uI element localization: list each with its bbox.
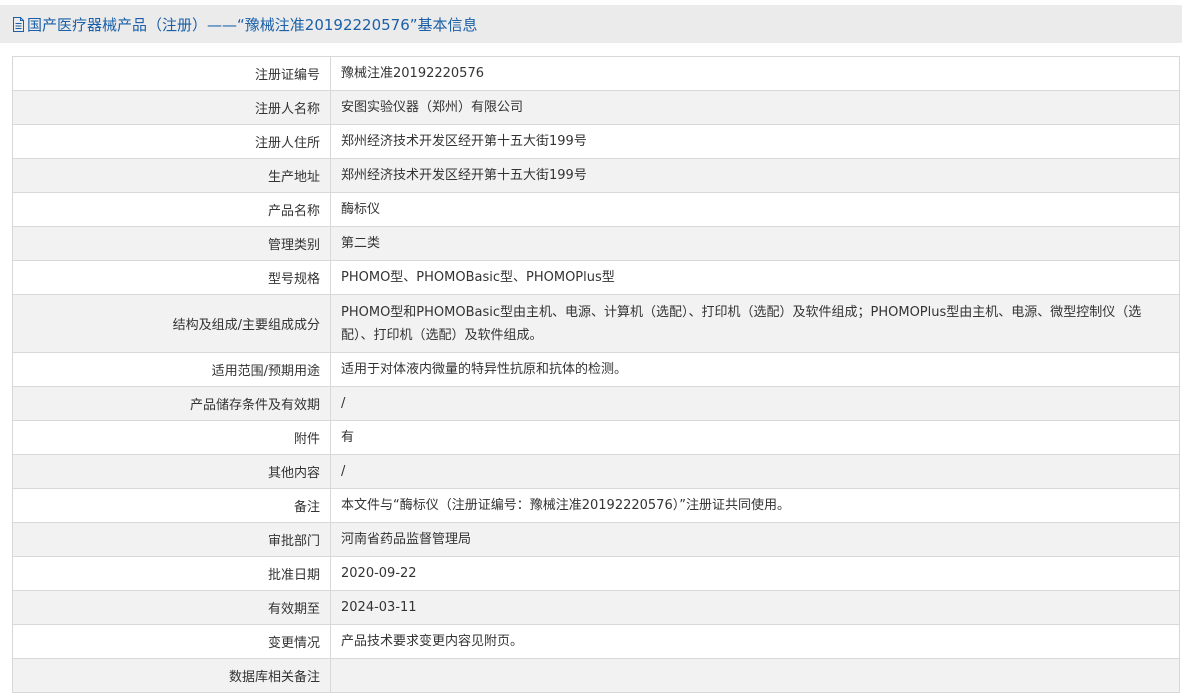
- field-label: 产品储存条件及有效期: [12, 386, 331, 421]
- table-row: 批准日期 2020-09-22: [12, 556, 1180, 591]
- field-label: 批准日期: [12, 556, 331, 591]
- field-value: 有: [330, 420, 1180, 455]
- table-row: 注册人名称 安图实验仪器（郑州）有限公司: [12, 90, 1180, 125]
- field-label: 生产地址: [12, 158, 331, 193]
- table-row: 型号规格 PHOMO型、PHOMOBasic型、PHOMOPlus型: [12, 260, 1180, 295]
- field-value: 适用于对体液内微量的特异性抗原和抗体的检测。: [330, 352, 1180, 387]
- field-value: 河南省药品监督管理局: [330, 522, 1180, 557]
- field-value: 本文件与“酶标仪（注册证编号：豫械注准20192220576）”注册证共同使用。: [330, 488, 1180, 523]
- table-row: 生产地址 郑州经济技术开发区经开第十五大街199号: [12, 158, 1180, 193]
- field-label: 注册人住所: [12, 124, 331, 159]
- table-row: 其他内容 /: [12, 454, 1180, 489]
- table-row: 数据库相关备注: [12, 658, 1180, 693]
- field-label: 附件: [12, 420, 331, 455]
- field-value: 第二类: [330, 226, 1180, 261]
- field-label: 有效期至: [12, 590, 331, 625]
- table-row: 管理类别 第二类: [12, 226, 1180, 261]
- table-row: 注册人住所 郑州经济技术开发区经开第十五大街199号: [12, 124, 1180, 159]
- field-label: 注册人名称: [12, 90, 331, 125]
- table-row: 注册证编号 豫械注准20192220576: [12, 56, 1180, 91]
- table-row: 适用范围/预期用途 适用于对体液内微量的特异性抗原和抗体的检测。: [12, 352, 1180, 387]
- field-value: /: [330, 454, 1180, 489]
- page-title: 国产医疗器械产品（注册）——“豫械注准20192220576”基本信息: [27, 15, 478, 34]
- field-value: 郑州经济技术开发区经开第十五大街199号: [330, 124, 1180, 159]
- table-row: 产品名称 酶标仪: [12, 192, 1180, 227]
- document-icon: [13, 17, 24, 32]
- table-row: 结构及组成/主要组成成分 PHOMO型和PHOMOBasic型由主机、电源、计算…: [12, 294, 1180, 353]
- field-label: 变更情况: [12, 624, 331, 659]
- field-label: 其他内容: [12, 454, 331, 489]
- table-row: 审批部门 河南省药品监督管理局: [12, 522, 1180, 557]
- field-label: 备注: [12, 488, 331, 523]
- table-row: 备注 本文件与“酶标仪（注册证编号：豫械注准20192220576）”注册证共同…: [12, 488, 1180, 523]
- registration-info-table: 注册证编号 豫械注准20192220576 注册人名称 安图实验仪器（郑州）有限…: [12, 56, 1180, 693]
- field-label: 适用范围/预期用途: [12, 352, 331, 387]
- field-value: 酶标仪: [330, 192, 1180, 227]
- field-value: 2020-09-22: [330, 556, 1180, 591]
- field-value: /: [330, 386, 1180, 421]
- field-label: 产品名称: [12, 192, 331, 227]
- field-value: [330, 658, 1180, 693]
- field-label: 结构及组成/主要组成成分: [12, 294, 331, 353]
- table-row: 有效期至 2024-03-11: [12, 590, 1180, 625]
- page-header: 国产医疗器械产品（注册）——“豫械注准20192220576”基本信息: [0, 5, 1182, 43]
- field-value: 产品技术要求变更内容见附页。: [330, 624, 1180, 659]
- field-label: 注册证编号: [12, 56, 331, 91]
- table-row: 附件 有: [12, 420, 1180, 455]
- field-value: PHOMO型、PHOMOBasic型、PHOMOPlus型: [330, 260, 1180, 295]
- field-value: 郑州经济技术开发区经开第十五大街199号: [330, 158, 1180, 193]
- field-label: 审批部门: [12, 522, 331, 557]
- table-row: 变更情况 产品技术要求变更内容见附页。: [12, 624, 1180, 659]
- field-value: 豫械注准20192220576: [330, 56, 1180, 91]
- field-label: 型号规格: [12, 260, 331, 295]
- table-row: 产品储存条件及有效期 /: [12, 386, 1180, 421]
- field-value: PHOMO型和PHOMOBasic型由主机、电源、计算机（选配）、打印机（选配）…: [330, 294, 1180, 353]
- field-value: 安图实验仪器（郑州）有限公司: [330, 90, 1180, 125]
- field-value: 2024-03-11: [330, 590, 1180, 625]
- field-label: 数据库相关备注: [12, 658, 331, 693]
- field-label: 管理类别: [12, 226, 331, 261]
